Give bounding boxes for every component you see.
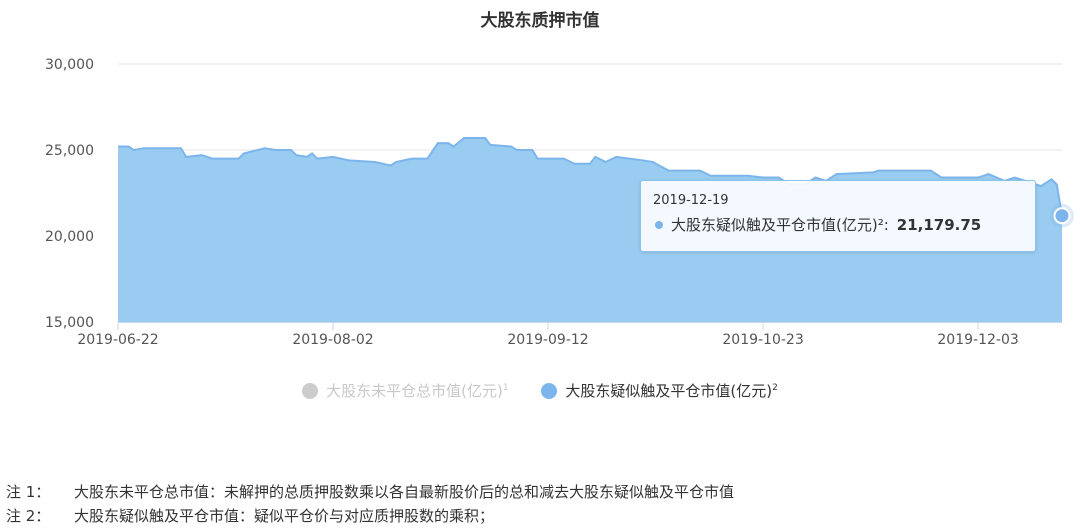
legend-dot-blue	[541, 382, 558, 399]
chart-title: 大股东质押市值	[480, 11, 600, 31]
y-tick-label: 25,000	[45, 143, 94, 159]
tooltip-row: 大股东疑似触及平仓市值(亿元)²: 21,179.75	[653, 214, 1023, 235]
x-tick-label: 2019-08-02	[292, 332, 373, 348]
y-tick-label: 20,000	[45, 229, 94, 245]
tooltip: 2019-12-19 大股东疑似触及平仓市值(亿元)²: 21,179.75	[640, 180, 1036, 252]
legend-dot-gray	[302, 382, 319, 399]
tooltip-dot	[655, 220, 663, 229]
footnotes: 注 1： 大股东未平仓总市值：未解押的总质押股数乘以各自最新股价后的总和减去大股…	[6, 480, 734, 528]
marker-point	[1053, 207, 1071, 225]
x-tick-label: 2019-12-03	[937, 332, 1018, 348]
x-tick-label: 2019-09-12	[507, 332, 588, 348]
tooltip-value: 21,179.75	[896, 215, 982, 234]
legend-item-liquidation[interactable]: 大股东疑似触及平仓市值(亿元)2	[541, 380, 778, 401]
legend-item-unclosed-total[interactable]: 大股东未平仓总市值(亿元)1	[302, 380, 509, 401]
footnote-text: 大股东疑似触及平仓市值：疑似平仓价与对应质押股数的乘积；	[74, 507, 495, 525]
footnote-1: 注 1： 大股东未平仓总市值：未解押的总质押股数乘以各自最新股价后的总和减去大股…	[6, 480, 734, 504]
x-tick-label: 2019-06-22	[77, 332, 158, 348]
hover-marker[interactable]	[1050, 203, 1074, 228]
footnote-tag: 注 2：	[6, 507, 51, 525]
y-tick-label: 15,000	[45, 315, 94, 331]
legend-label: 大股东疑似触及平仓市值(亿元)2	[565, 382, 778, 400]
tooltip-label: 大股东疑似触及平仓市值(亿元)²:	[671, 216, 889, 234]
x-tick-label: 2019-10-23	[722, 332, 803, 348]
legend: 大股东未平仓总市值(亿元)1 大股东疑似触及平仓市值(亿元)2	[0, 380, 1080, 403]
tooltip-date: 2019-12-19	[653, 193, 729, 208]
footnote-text: 大股东未平仓总市值：未解押的总质押股数乘以各自最新股价后的总和减去大股东疑似触及…	[74, 483, 735, 501]
y-tick-label: 30,000	[45, 57, 94, 73]
legend-label: 大股东未平仓总市值(亿元)1	[326, 382, 509, 400]
footnote-2: 注 2： 大股东疑似触及平仓市值：疑似平仓价与对应质押股数的乘积；	[6, 504, 734, 528]
footnote-tag: 注 1：	[6, 483, 51, 501]
